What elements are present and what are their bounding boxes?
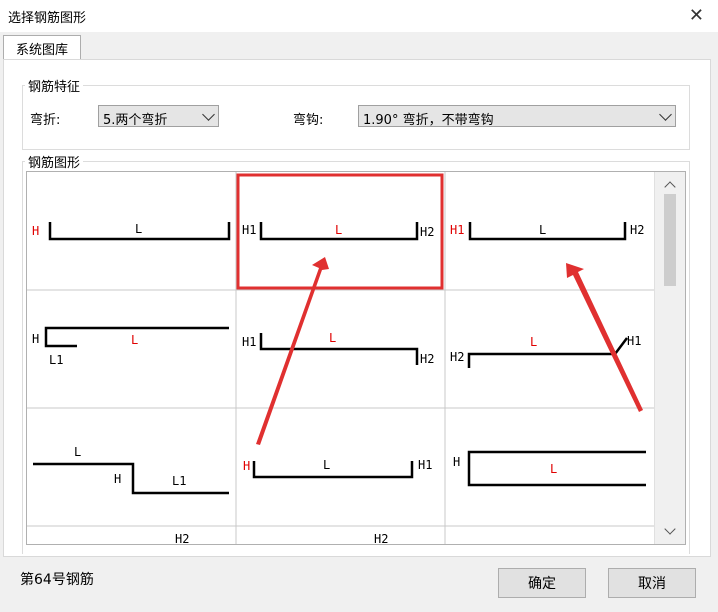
- shape-label: L: [530, 335, 537, 349]
- ok-button[interactable]: 确定: [498, 568, 586, 598]
- shape-label: H1: [627, 334, 641, 348]
- bend-select[interactable]: 5.两个弯折: [98, 105, 219, 128]
- shape-cell-7[interactable]: L H L1: [33, 445, 229, 495]
- tab-system-library[interactable]: 系统图库: [3, 35, 81, 60]
- hook-select[interactable]: 1.90° 弯折，不带弯钩: [358, 105, 676, 128]
- shape-label: L1: [49, 353, 63, 367]
- shape-grid: H L H1 L H2 H1 L H2 H L L1 H1 L H2 H2 L …: [26, 171, 686, 545]
- shape-grid-canvas: H L H1 L H2 H1 L H2 H L L1 H1 L H2 H2 L …: [27, 172, 655, 544]
- shape-label: H1: [242, 335, 256, 349]
- shape-label: H2: [374, 532, 388, 544]
- shape-cell-3[interactable]: H1 L H2: [450, 222, 644, 241]
- hook-select-value: 1.90° 弯折，不带弯钩: [363, 113, 494, 128]
- shape-label: L: [550, 462, 557, 476]
- bend-label: 弯折:: [30, 113, 61, 128]
- shape-label: L: [323, 458, 330, 472]
- shape-cell-2[interactable]: H1 L H2: [236, 173, 444, 290]
- shape-label: H2: [420, 352, 434, 366]
- shape-label: L: [329, 331, 336, 345]
- hook-label: 弯钩:: [293, 113, 324, 128]
- shape-label: H2: [630, 223, 644, 237]
- shape-label: H: [114, 472, 121, 486]
- vertical-scrollbar[interactable]: [654, 172, 685, 544]
- shape-cell-4[interactable]: H L L1: [32, 326, 229, 367]
- shape-cell-1[interactable]: H L: [32, 222, 231, 241]
- shape-label: L: [131, 333, 138, 347]
- shape-cell-8[interactable]: H L H1: [243, 458, 432, 479]
- shape-group-title: 钢筋图形: [25, 152, 84, 171]
- tab-strip: 系统图库: [0, 32, 718, 60]
- status-text: 第64号钢筋: [20, 572, 94, 588]
- shape-cell-11[interactable]: H2: [374, 532, 388, 544]
- shape-label: H: [453, 455, 460, 469]
- shape-cell-10[interactable]: H2: [175, 532, 189, 544]
- shape-cell-9[interactable]: H L: [453, 450, 646, 487]
- shape-label: L1: [172, 474, 186, 488]
- shape-label: H2: [450, 350, 464, 364]
- chevron-down-icon: [659, 108, 672, 121]
- chevron-down-icon: [202, 108, 215, 121]
- shape-label: L: [135, 222, 142, 236]
- shape-cell-5[interactable]: H1 L H2: [242, 331, 434, 366]
- shape-label: H: [243, 459, 250, 473]
- title-bar: 选择钢筋图形 ✕: [0, 0, 718, 32]
- shape-label: H1: [450, 223, 464, 237]
- close-icon[interactable]: ✕: [689, 5, 704, 26]
- shape-label: H2: [420, 225, 434, 239]
- scroll-thumb[interactable]: [664, 194, 676, 286]
- cancel-button[interactable]: 取消: [608, 568, 696, 598]
- bend-select-value: 5.两个弯折: [103, 113, 168, 128]
- scroll-up-icon[interactable]: [664, 181, 676, 193]
- window-title: 选择钢筋图形: [8, 11, 87, 26]
- shape-label: L: [74, 445, 81, 459]
- feature-group-title: 钢筋特征: [25, 76, 84, 95]
- shape-label: H1: [418, 458, 432, 472]
- shape-label: H: [32, 224, 39, 238]
- shape-label: L: [539, 223, 546, 237]
- shape-label: H1: [242, 223, 256, 237]
- shape-label: L: [335, 223, 342, 237]
- shape-label: H: [32, 332, 39, 346]
- scroll-down-icon[interactable]: [664, 523, 676, 535]
- shape-label: H2: [175, 532, 189, 544]
- arrow-icon: [256, 257, 329, 445]
